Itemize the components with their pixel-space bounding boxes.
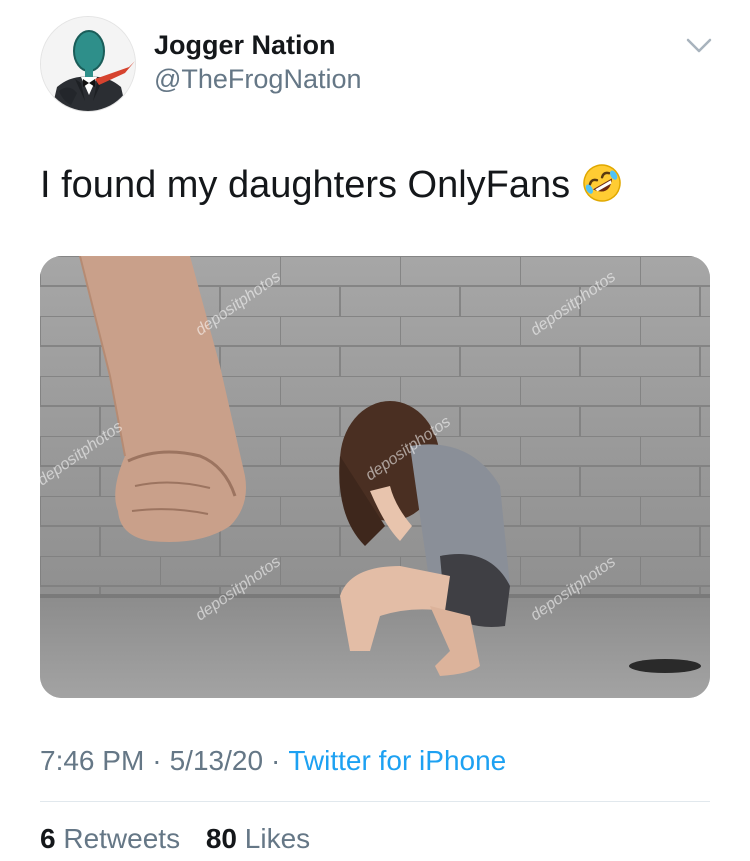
likes-stat[interactable]: 80 Likes — [206, 823, 310, 854]
chevron-down-icon[interactable] — [686, 38, 712, 54]
tweet-text: I found my daughters OnlyFans — [40, 160, 622, 210]
tweet-card: Jogger Nation @TheFrogNation I found my … — [0, 0, 750, 861]
tweet-header: Jogger Nation @TheFrogNation — [40, 16, 720, 116]
author-names: Jogger Nation @TheFrogNation — [154, 28, 362, 96]
likes-count: 80 — [205, 823, 238, 854]
separator: · — [271, 745, 281, 776]
avatar[interactable] — [40, 16, 136, 112]
tweet-photo[interactable]: depositphotos depositphotos depositphoto… — [40, 256, 710, 698]
retweets-label: Retweets — [63, 823, 181, 854]
retweets-count: 6 — [40, 823, 56, 854]
tweet-metadata: 7:46 PM · 5/13/20 · Twitter for iPhone — [40, 742, 506, 780]
rolling-on-the-floor-laughing-emoji-icon — [582, 163, 622, 203]
tweet-stats: 6 Retweets 80 Likes — [40, 820, 328, 858]
tweet-body: I found my daughters OnlyFans — [40, 164, 571, 206]
avatar-illustration — [41, 17, 135, 111]
likes-label: Likes — [244, 823, 311, 854]
separator: · — [152, 745, 162, 776]
tweet-date: 5/13/20 — [169, 745, 264, 776]
retweets-stat[interactable]: 6 Retweets — [40, 823, 180, 854]
user-handle[interactable]: @TheFrogNation — [154, 62, 362, 96]
tweet-source-link[interactable]: Twitter for iPhone — [288, 745, 506, 776]
photo-illustration: depositphotos depositphotos depositphoto… — [40, 256, 710, 698]
display-name[interactable]: Jogger Nation — [154, 28, 362, 62]
divider — [40, 801, 710, 802]
tweet-time: 7:46 PM — [40, 745, 145, 776]
